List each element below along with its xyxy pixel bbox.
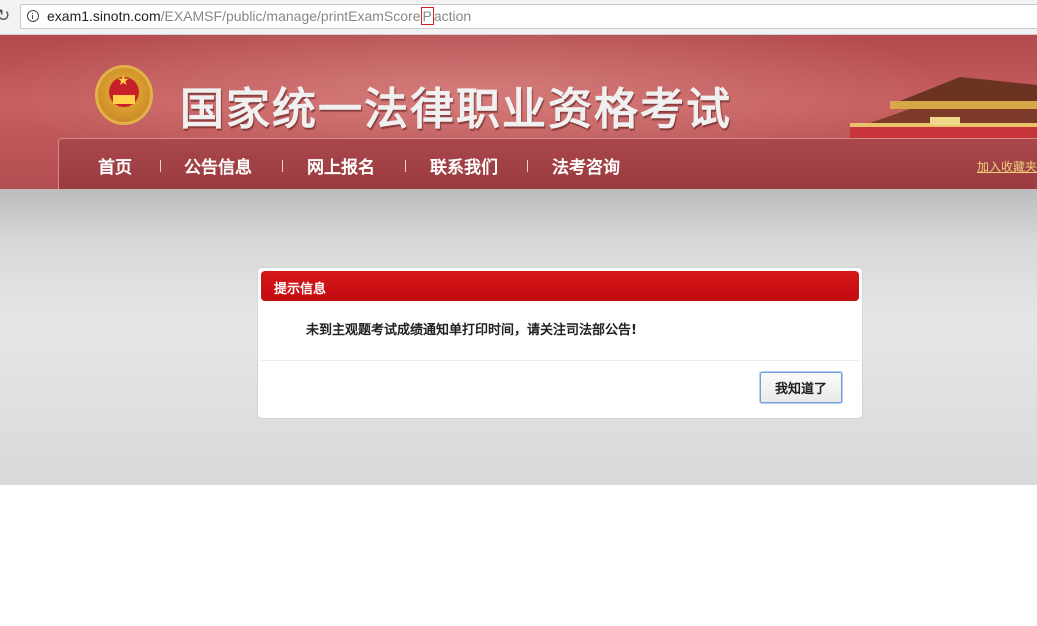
nav-item-exam-consulting[interactable]: 法考咨询 [552,153,620,178]
nav-separator [405,160,406,172]
nav-item-announcements[interactable]: 公告信息 [184,153,252,178]
url-path: /EXAMSF/public/manage/printExamScore [160,8,421,24]
url-cursor-char: P [420,7,434,25]
dialog-title: 提示信息 [274,282,327,297]
dialog-divider [261,360,859,361]
url-text: exam1.sinotn.com/EXAMSF/public/manage/pr… [47,7,472,25]
dialog-header: 提示信息 [261,271,859,301]
nav-separator [160,160,161,172]
add-bookmark-link[interactable]: 加入收藏夹 [977,158,1037,175]
main-nav: 首页 公告信息 网上报名 联系我们 法考咨询 加入收藏夹 [58,138,1037,189]
site-title: 国家统一法律职业资格考试 [180,84,732,135]
notice-dialog: 提示信息 未到主观题考试成绩通知单打印时间，请关注司法部公告! 我知道了 [257,267,863,419]
browser-address-bar: ↻ exam1.sinotn.com/EXAMSF/public/manage/… [0,0,1037,35]
url-host: exam1.sinotn.com [47,8,161,24]
nav-item-contact-us[interactable]: 联系我们 [430,153,498,178]
url-field[interactable]: exam1.sinotn.com/EXAMSF/public/manage/pr… [20,4,1037,29]
nav-item-online-registration[interactable]: 网上报名 [307,153,375,178]
url-path-end: action [433,8,472,24]
nav-item-home[interactable]: 首页 [98,153,132,178]
ok-button[interactable]: 我知道了 [760,372,842,403]
site-header: ★ 国家统一法律职业资格考试 首页 公告信息 网上报名 联系我们 法考咨询 加入… [0,35,1037,189]
nav-separator [282,160,283,172]
info-icon[interactable] [27,10,39,22]
nav-separator [527,160,528,172]
reload-icon[interactable]: ↻ [0,6,10,26]
national-emblem-icon: ★ [95,65,153,125]
dialog-message: 未到主观题考试成绩通知单打印时间，请关注司法部公告! [306,323,637,338]
